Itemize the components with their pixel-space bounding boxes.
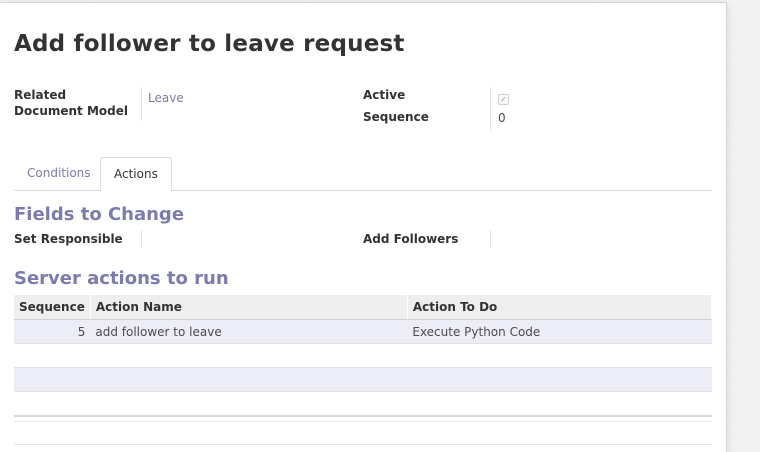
field-divider (490, 87, 491, 131)
column-header-action-to-do[interactable]: Action To Do (407, 295, 713, 320)
add-followers-label: Add Followers (363, 232, 459, 246)
table-footer-divider (14, 421, 712, 422)
column-header-sequence[interactable]: Sequence (14, 295, 91, 320)
add-followers-field[interactable] (498, 231, 698, 247)
active-label: Active (363, 88, 406, 102)
server-actions-heading: Server actions to run (14, 268, 229, 289)
fields-to-change-heading: Fields to Change (14, 204, 185, 225)
field-divider (490, 230, 491, 247)
set-responsible-label: Set Responsible (14, 232, 123, 246)
row-action-name: add follower to leave (90, 319, 408, 344)
page-title: Add follower to leave request (14, 31, 405, 57)
set-responsible-field[interactable] (148, 231, 348, 247)
row-sequence: 5 (14, 319, 91, 344)
tab-actions[interactable]: Actions (100, 157, 172, 192)
active-checkbox[interactable]: ✓ (498, 94, 509, 105)
table-footer-divider (14, 415, 712, 417)
tab-bar: Conditions Actions (14, 157, 712, 192)
table-row-empty (14, 367, 712, 392)
related-model-link[interactable]: Leave (148, 90, 184, 106)
form-sheet: Add follower to leave request Related Do… (0, 2, 727, 452)
table-row[interactable]: 5 add follower to leave Execute Python C… (14, 319, 712, 344)
table-row-empty (14, 391, 712, 416)
field-divider (141, 87, 142, 121)
server-actions-table: Sequence Action Name Action To Do 5 add … (14, 295, 713, 416)
column-header-action-name[interactable]: Action Name (90, 295, 408, 320)
tab-conditions[interactable]: Conditions (14, 157, 104, 190)
sequence-value: 0 (498, 111, 506, 125)
field-divider (141, 230, 142, 247)
related-model-label: Related Document Model (14, 88, 128, 118)
table-footer-divider (14, 444, 712, 445)
sequence-label: Sequence (363, 110, 429, 124)
table-row-empty (14, 343, 712, 368)
row-action-to-do: Execute Python Code (407, 319, 712, 344)
table-header-row: Sequence Action Name Action To Do (14, 295, 713, 320)
